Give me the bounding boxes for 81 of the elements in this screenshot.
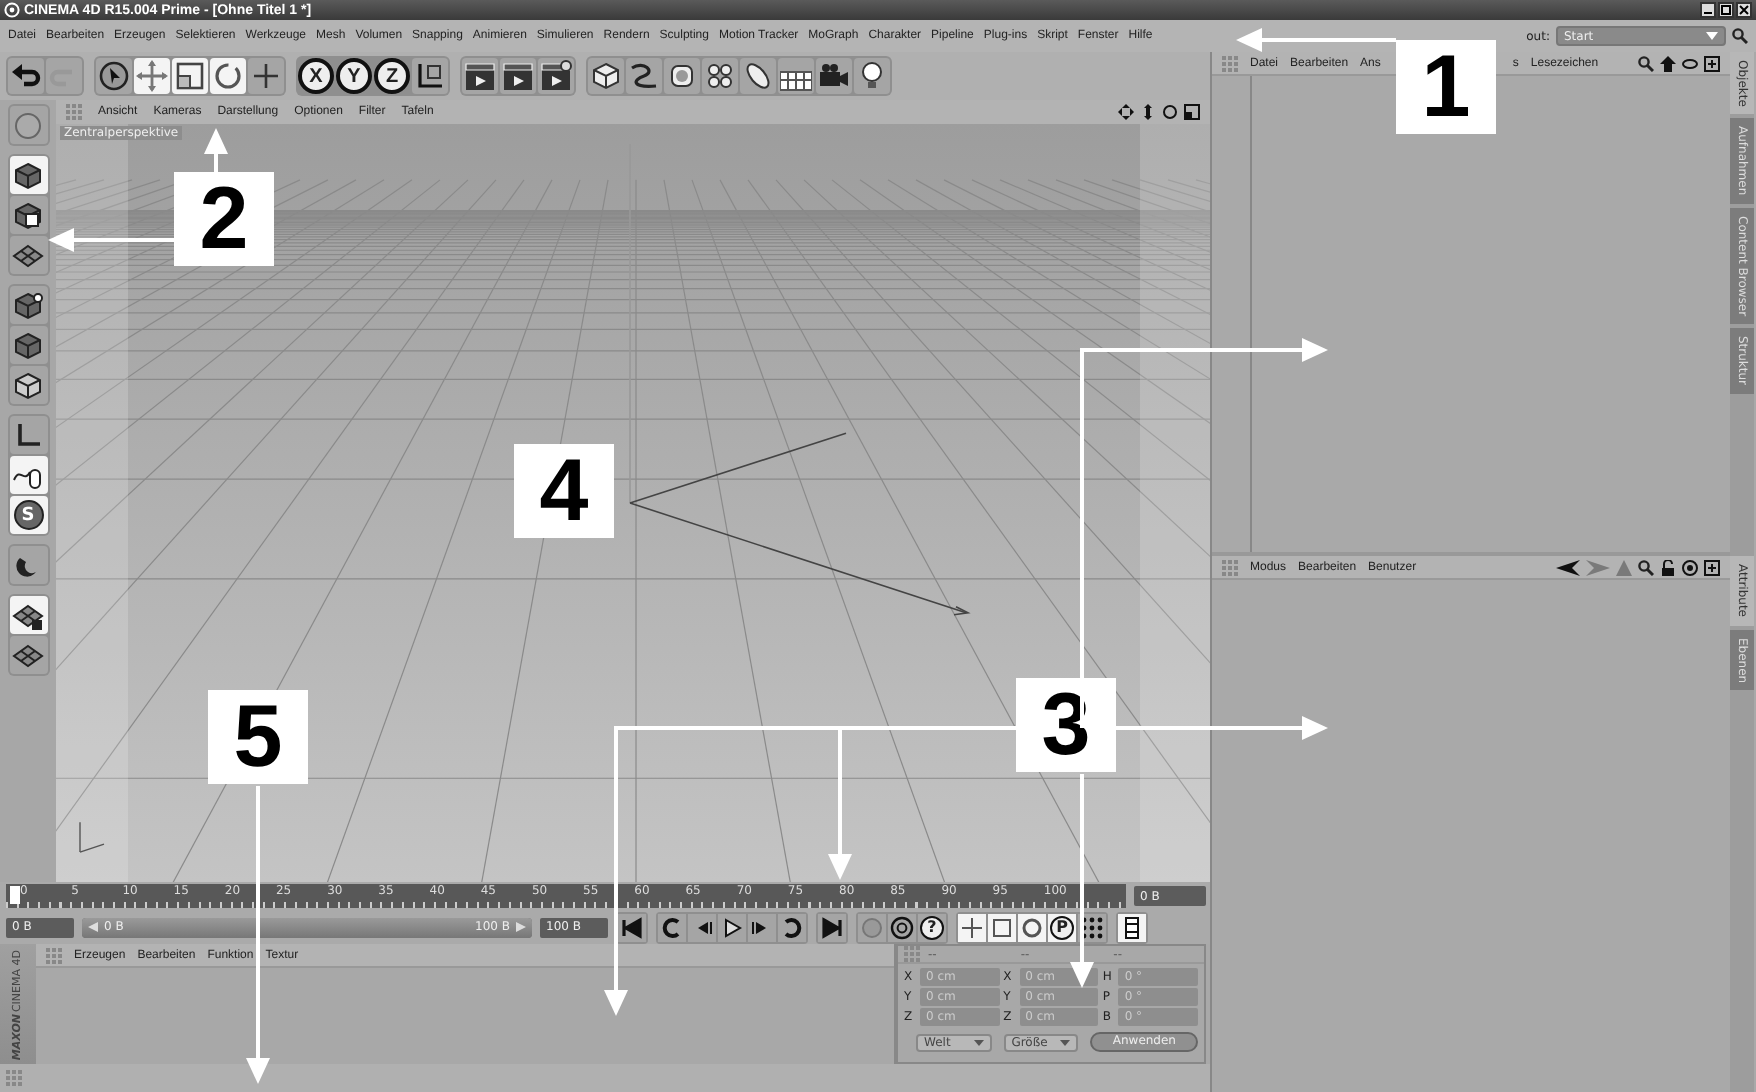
home-icon[interactable] [1660, 55, 1676, 71]
grip-icon[interactable] [46, 947, 62, 963]
move-view-icon[interactable] [1118, 104, 1134, 120]
deformer-icon[interactable] [742, 60, 774, 92]
app-logo-icon[interactable] [4, 2, 20, 18]
timeline-icon[interactable] [1120, 915, 1144, 939]
snap-button[interactable]: S [13, 500, 43, 530]
move-key-icon[interactable] [960, 915, 984, 939]
loop-backward-icon[interactable] [660, 915, 684, 939]
callout-number: 4 [514, 444, 614, 538]
scale-key-icon[interactable] [990, 915, 1014, 939]
scale-icon[interactable] [174, 60, 206, 92]
rotate-icon[interactable] [212, 60, 244, 92]
search-icon[interactable] [1638, 559, 1654, 575]
point-level-icon[interactable] [1080, 915, 1104, 939]
grip-icon[interactable] [1222, 55, 1238, 71]
rotate-key-icon[interactable] [1020, 915, 1044, 939]
close-icon[interactable] [1736, 2, 1752, 18]
callout-number: 2 [174, 172, 274, 266]
polygons-mode-icon[interactable] [12, 369, 44, 401]
callout-arrow [48, 228, 174, 252]
grip-icon[interactable] [6, 1070, 22, 1086]
link-icon[interactable] [1682, 55, 1698, 71]
minimize-icon[interactable] [1700, 2, 1716, 18]
spline-icon[interactable] [628, 60, 660, 92]
callout-number: 1 [1396, 40, 1496, 134]
axis-lock-button[interactable]: X [298, 58, 334, 94]
planar-workplane-icon[interactable] [12, 639, 44, 671]
back-arrow-icon[interactable] [1556, 559, 1580, 575]
caret-icon[interactable] [1706, 32, 1718, 40]
caret-icon[interactable] [973, 1039, 984, 1045]
lock-icon[interactable] [1660, 559, 1676, 575]
panel-menu-icon[interactable] [1704, 559, 1720, 575]
texture-mode-icon[interactable] [12, 199, 44, 231]
coordinate-system-icon[interactable] [414, 60, 446, 92]
right-arrow-icon[interactable] [516, 922, 526, 932]
render-view-icon[interactable] [464, 60, 496, 92]
render-settings-icon[interactable] [540, 60, 572, 92]
search-icon[interactable] [1732, 28, 1748, 44]
left-arrow-icon[interactable] [88, 922, 98, 932]
camera-icon[interactable] [818, 60, 850, 92]
maximize-view-icon[interactable] [1184, 104, 1200, 120]
go-to-start-icon[interactable] [620, 915, 644, 939]
object-mode-icon[interactable] [12, 159, 44, 191]
keyframe-help-button[interactable]: ? [920, 915, 944, 939]
pointer-icon[interactable] [98, 60, 130, 92]
subdivision-icon[interactable] [666, 60, 698, 92]
edges-mode-icon[interactable] [12, 329, 44, 361]
light-bulb-icon[interactable] [856, 60, 888, 92]
axis-mode-icon[interactable] [12, 419, 44, 451]
axis-gizmo-drawing [79, 821, 105, 853]
move-icon[interactable] [136, 60, 168, 92]
callout-number: 5 [208, 690, 308, 784]
playhead-marker[interactable] [10, 886, 20, 904]
locked-workplane-icon[interactable] [12, 599, 44, 631]
rotate-view-icon[interactable] [1162, 104, 1178, 120]
render-picture-icon[interactable] [502, 60, 534, 92]
grip-icon[interactable] [904, 946, 920, 962]
parameter-key-button[interactable]: P [1050, 915, 1074, 939]
points-mode-icon[interactable] [12, 289, 44, 321]
go-to-end-icon[interactable] [820, 915, 844, 939]
undo-icon[interactable] [10, 60, 42, 92]
cloner-icon[interactable] [704, 60, 736, 92]
callout-arrow [204, 128, 228, 172]
auto-keying-icon[interactable] [890, 915, 914, 939]
workplane-icon[interactable] [12, 239, 44, 271]
grip-icon[interactable] [66, 104, 82, 120]
search-icon[interactable] [1638, 55, 1654, 71]
grip-icon[interactable] [1222, 559, 1238, 575]
loop-forward-icon[interactable] [780, 915, 804, 939]
model-mode-icon[interactable] [12, 109, 44, 141]
panel-menu-icon[interactable] [1704, 55, 1720, 71]
target-icon[interactable] [1682, 559, 1698, 575]
caret-icon[interactable] [1060, 1039, 1071, 1045]
play-icon[interactable] [720, 915, 744, 939]
axis-lock-button[interactable]: Z [374, 58, 410, 94]
axis-move-icon[interactable] [250, 60, 282, 92]
zoom-view-icon[interactable] [1140, 104, 1156, 120]
axis-lock-button[interactable]: Y [336, 58, 372, 94]
cube-icon[interactable] [590, 60, 622, 92]
maximize-icon[interactable] [1718, 2, 1734, 18]
